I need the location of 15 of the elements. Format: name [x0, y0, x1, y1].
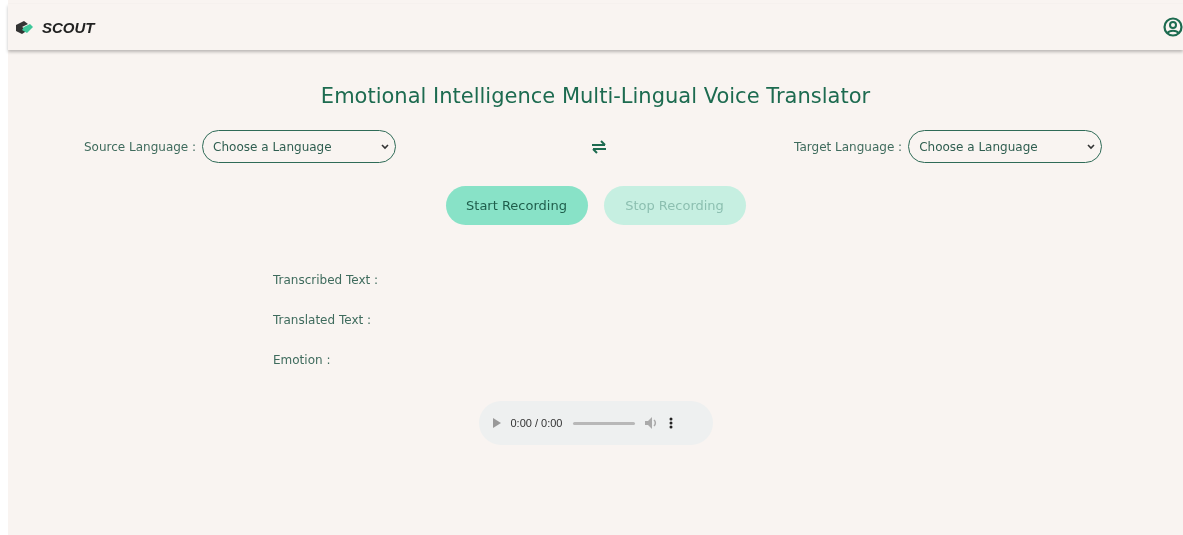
more-icon[interactable] — [668, 417, 673, 429]
result-label: Transcribed Text : — [273, 273, 379, 287]
audio-time: 0:00 / 0:00 — [510, 417, 563, 429]
page-title: Emotional Intelligence Multi-Lingual Voice Translator — [319, 84, 872, 108]
result-label: Emotion : — [273, 353, 331, 367]
chevron-icon — [381, 143, 390, 150]
result-label: Translated Text : — [273, 313, 372, 327]
swap-icon[interactable] — [591, 139, 608, 154]
user-icon[interactable] — [1163, 16, 1183, 38]
brand-name: SCOUT — [42, 18, 95, 36]
source-language-label: Source Language : — [84, 139, 197, 154]
chevron-icon — [1087, 143, 1096, 150]
start-recording-button[interactable]: Start Recording — [445, 186, 588, 225]
audio-player[interactable]: 0:00 / 0:00 — [478, 401, 713, 445]
target-language-label: Target Language : — [794, 139, 903, 154]
